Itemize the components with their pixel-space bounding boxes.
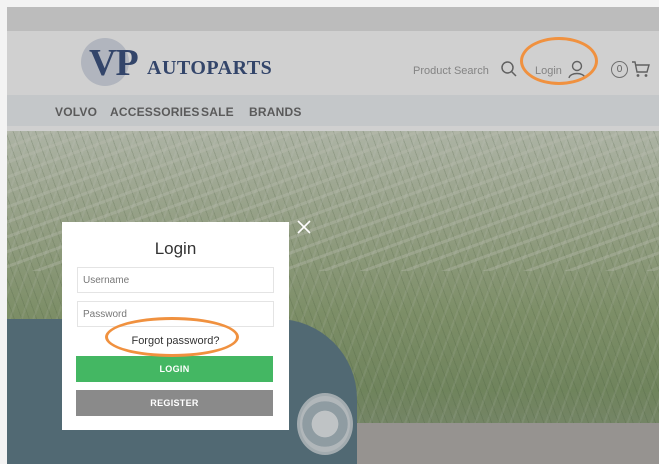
login-button[interactable]: LOGIN: [76, 356, 273, 382]
login-highlight-ellipse: [520, 37, 598, 85]
register-button[interactable]: REGISTER: [76, 390, 273, 416]
close-icon[interactable]: [296, 219, 312, 235]
username-input[interactable]: [77, 267, 274, 293]
modal-title: Login: [154, 239, 197, 258]
forgot-password-highlight-ellipse: [105, 317, 239, 357]
page: VP AUTOPARTS Product Search Login 0 VOLV…: [7, 7, 659, 464]
